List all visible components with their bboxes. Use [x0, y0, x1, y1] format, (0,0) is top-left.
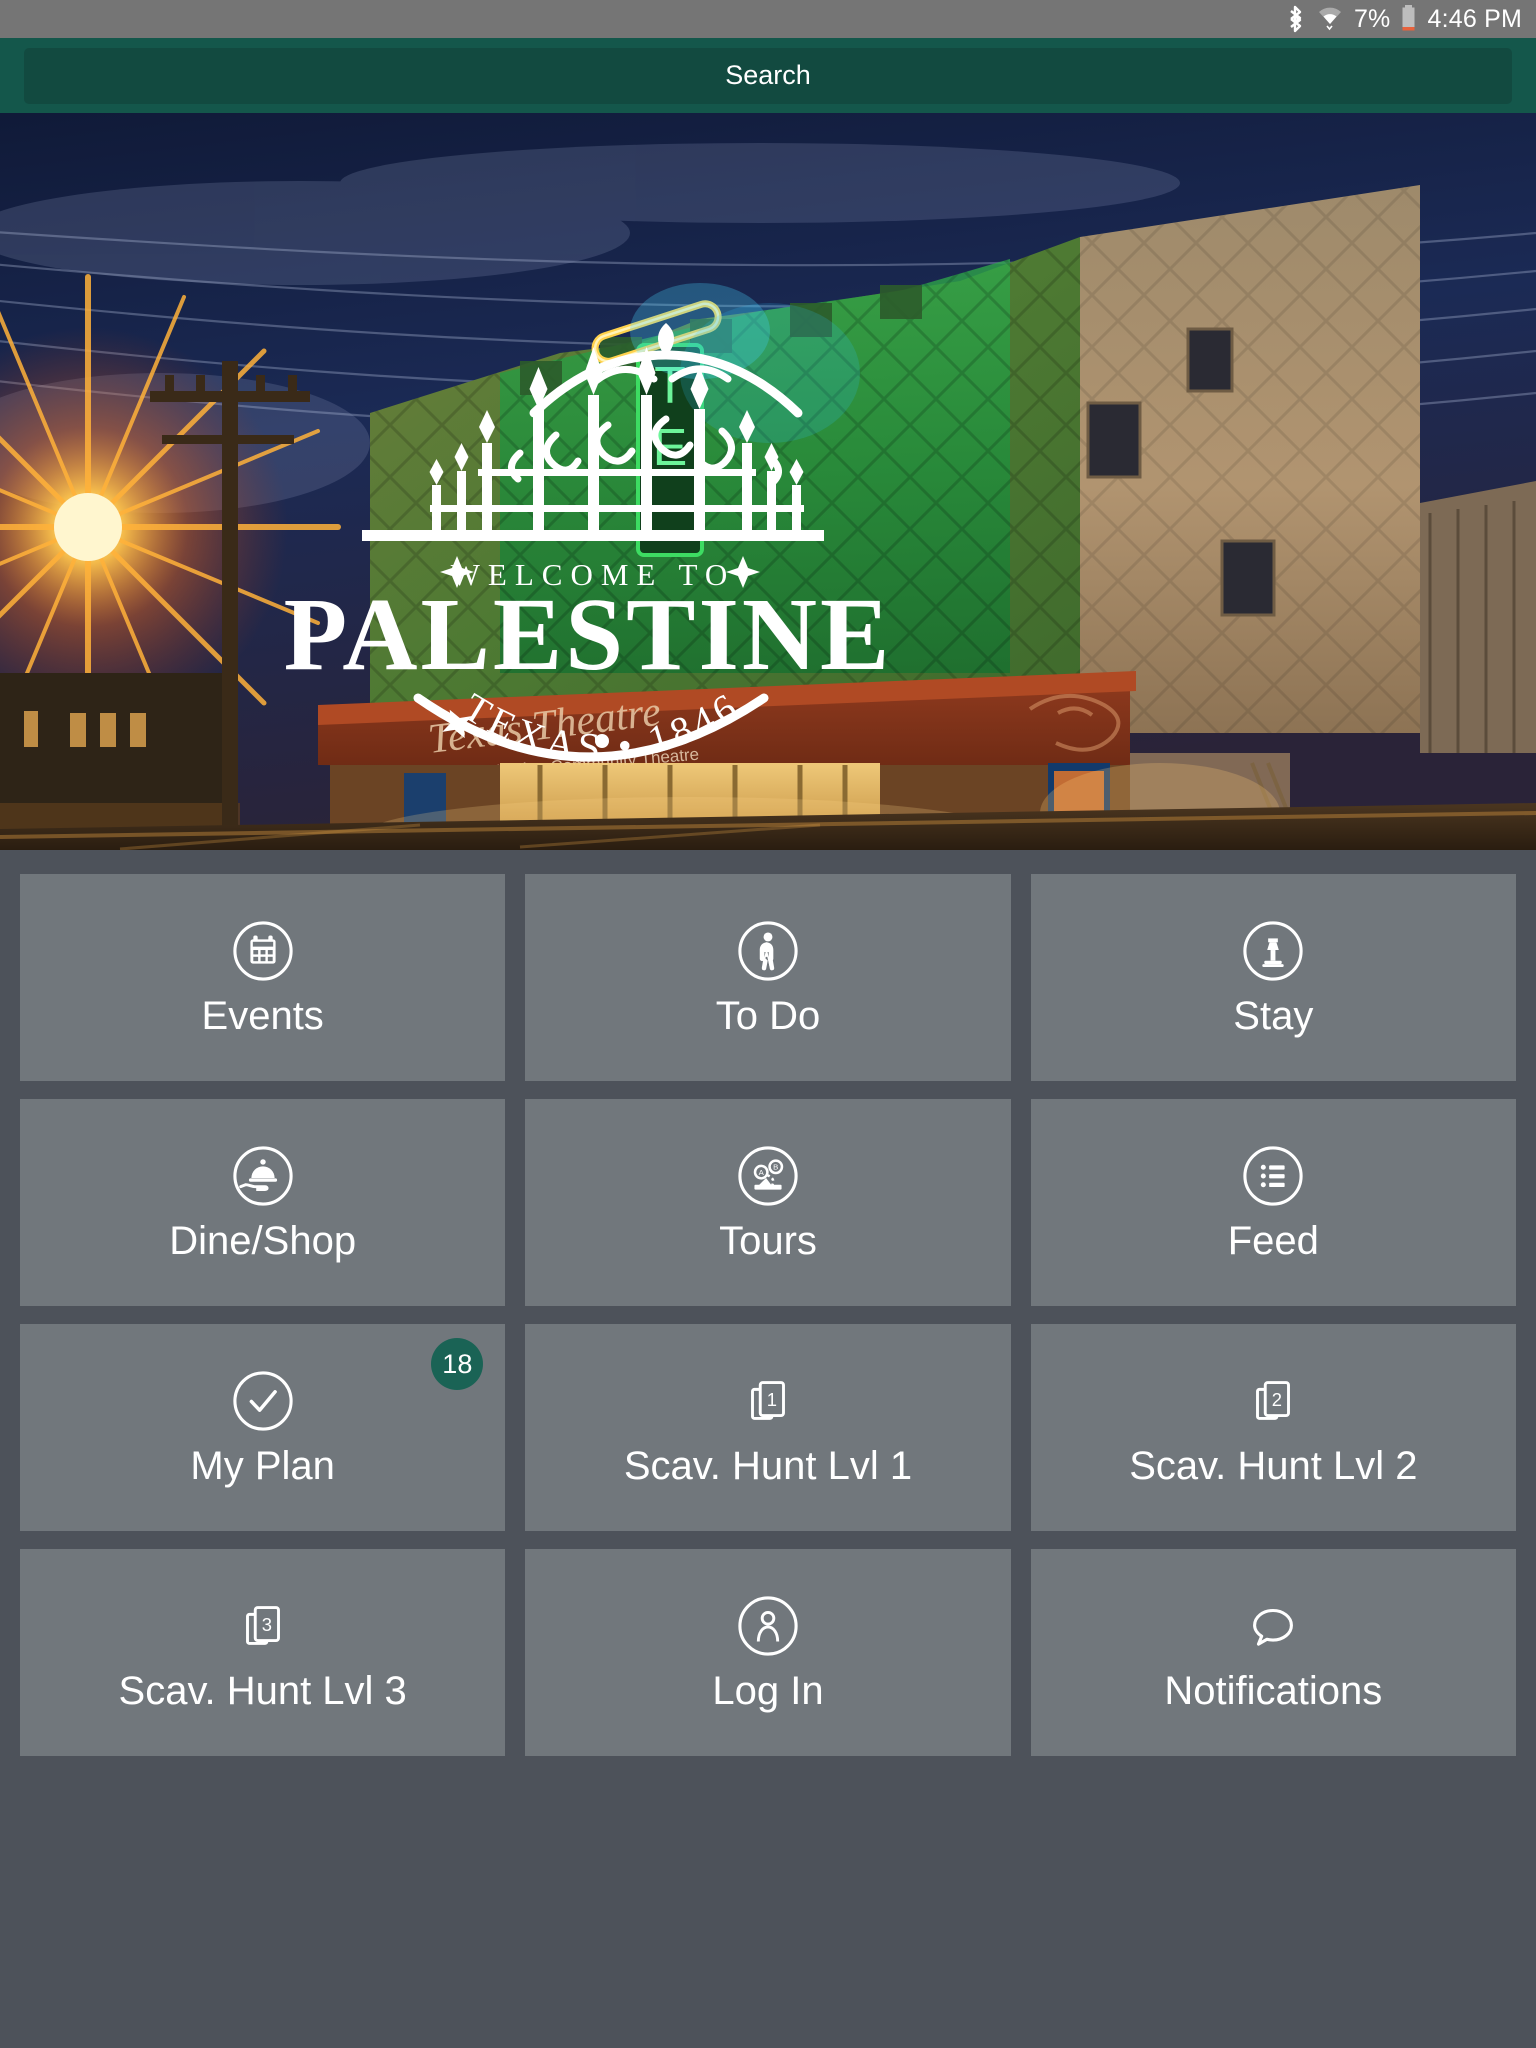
tile-label: Notifications: [1164, 1668, 1383, 1713]
tile-label: My Plan: [190, 1443, 335, 1488]
cards-one-icon: 1: [751, 1380, 785, 1420]
hero-illustration: T E Texas Theatre Home of Palestine Comm…: [0, 113, 1536, 850]
tile-label: Stay: [1233, 993, 1314, 1038]
svg-text:B: B: [773, 1162, 778, 1171]
svg-text:A: A: [759, 1168, 765, 1177]
my-plan-badge: 18: [431, 1338, 484, 1390]
tile-stay[interactable]: Stay: [1030, 874, 1516, 1081]
tile-tours[interactable]: A B Tours: [525, 1099, 1011, 1306]
tile-label: Scav. Hunt Lvl 1: [623, 1443, 913, 1488]
wifi-icon: [1317, 5, 1343, 33]
battery-percent: 7%: [1353, 4, 1391, 33]
tile-scav-hunt-lvl-2[interactable]: 2 Scav. Hunt Lvl 2: [1030, 1324, 1516, 1531]
person-icon: [738, 1595, 798, 1656]
search-input[interactable]: Search: [24, 47, 1512, 104]
tile-scav-hunt-lvl-3[interactable]: 3 Scav. Hunt Lvl 3: [20, 1549, 506, 1756]
list-icon: [1243, 1145, 1303, 1206]
clock: 4:46 PM: [1427, 4, 1522, 33]
search-bar: Search: [0, 38, 1536, 113]
tile-label: Feed: [1227, 1218, 1319, 1263]
check-circle-icon: [233, 1370, 293, 1431]
tile-log-in[interactable]: Log In: [525, 1549, 1011, 1756]
tile-label: Tours: [719, 1218, 817, 1263]
tile-scav-hunt-lvl-1[interactable]: 1 Scav. Hunt Lvl 1: [525, 1324, 1011, 1531]
tile-my-plan[interactable]: 18 My Plan: [20, 1324, 506, 1531]
tile-label: Dine/Shop: [169, 1218, 357, 1263]
battery-icon: [1401, 5, 1416, 33]
cards-two-icon: 2: [1256, 1380, 1291, 1420]
tile-label: Events: [201, 993, 324, 1038]
tile-notifications[interactable]: Notifications: [1030, 1549, 1516, 1756]
tile-dine-shop[interactable]: Dine/Shop: [20, 1099, 506, 1306]
status-bar: 7% 4:46 PM: [0, 0, 1536, 38]
tile-events[interactable]: Events: [20, 874, 506, 1081]
walking-person-icon: [738, 920, 798, 981]
tile-label: Log In: [712, 1668, 824, 1713]
calendar-icon: [233, 920, 293, 981]
bluetooth-icon: [1286, 5, 1306, 33]
tile-label: To Do: [715, 993, 821, 1038]
svg-text:3: 3: [261, 1613, 271, 1634]
menu-grid: Events To Do Stay Dine/Shop A B Tours Fe…: [0, 850, 1536, 1756]
svg-text:1: 1: [767, 1388, 777, 1409]
tile-label: Scav. Hunt Lvl 3: [118, 1668, 407, 1713]
serving-tray-icon: [233, 1145, 293, 1206]
svg-text:2: 2: [1272, 1388, 1282, 1409]
tile-feed[interactable]: Feed: [1030, 1099, 1516, 1306]
hero-banner[interactable]: T E Texas Theatre Home of Palestine Comm…: [0, 113, 1536, 850]
map-route-icon: A B: [738, 1145, 798, 1206]
search-placeholder: Search: [725, 60, 811, 90]
cards-three-icon: 3: [245, 1605, 280, 1645]
bed-lamp-icon: [1243, 920, 1303, 981]
hero-city-text: PALESTINE: [284, 577, 893, 692]
tile-label: Scav. Hunt Lvl 2: [1129, 1443, 1418, 1488]
tile-to-do[interactable]: To Do: [525, 874, 1011, 1081]
speech-bubble-icon: [1253, 1608, 1294, 1646]
